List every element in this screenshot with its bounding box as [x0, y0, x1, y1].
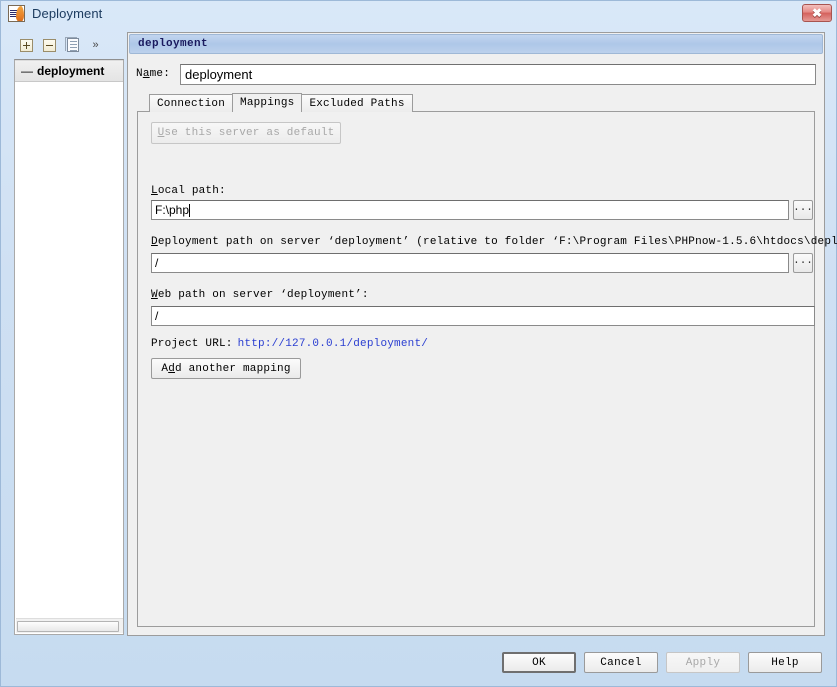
deployment-path-value: / [155, 256, 159, 270]
local-path-value: F:\php [155, 203, 190, 217]
help-button[interactable]: Help [748, 652, 822, 673]
tree-item-deployment[interactable]: — deployment [15, 60, 123, 82]
web-path-input[interactable]: / [151, 306, 815, 326]
tree-node-dash-icon: — [21, 64, 33, 78]
close-icon: ✖ [811, 6, 823, 20]
scrollbar-thumb[interactable] [17, 621, 119, 632]
text-caret [189, 203, 191, 217]
web-path-value: / [155, 309, 159, 323]
name-label: Name: [136, 68, 171, 80]
close-button[interactable]: ✖ [802, 4, 832, 22]
panel-header: deployment [129, 34, 823, 54]
tab-excluded-paths[interactable]: Excluded Paths [301, 94, 413, 112]
server-tree[interactable]: — deployment [14, 59, 124, 635]
dialog-button-bar: OK Cancel Apply Help [1, 638, 837, 686]
mappings-tab-panel: Use this server as default Local path: F… [137, 111, 837, 627]
add-another-mapping-button[interactable]: Add another mapping [151, 358, 301, 379]
deployment-path-label: Deployment path on server ‘deployment’ (… [151, 236, 837, 248]
local-path-browse-button[interactable]: ... [793, 200, 813, 220]
php-flame-icon [8, 5, 25, 22]
server-list-panel: » — deployment [14, 31, 124, 635]
deployment-path-input[interactable]: / [151, 253, 789, 273]
title-bar: Deployment ✖ [1, 1, 837, 26]
name-input[interactable] [180, 63, 816, 85]
add-plus-icon[interactable] [19, 38, 34, 53]
deployment-dialog-window: Deployment ✖ » — deployment deployment N… [0, 0, 837, 687]
cancel-button[interactable]: Cancel [584, 652, 658, 673]
tab-mappings[interactable]: Mappings [232, 93, 303, 113]
remove-minus-icon[interactable] [42, 38, 57, 53]
settings-tabs: Connection Mappings Excluded Paths [149, 93, 413, 113]
local-path-label: Local path: [151, 185, 226, 197]
overflow-chevron-icon[interactable]: » [88, 38, 103, 53]
deployment-path-browse-button[interactable]: ... [793, 253, 813, 273]
tab-connection[interactable]: Connection [149, 94, 234, 112]
copy-icon[interactable] [64, 37, 80, 53]
name-field-row: Name: [136, 63, 816, 85]
tree-horizontal-scrollbar[interactable] [16, 618, 123, 633]
apply-button: Apply [666, 652, 740, 673]
window-title: Deployment [32, 6, 103, 21]
tree-item-label: deployment [37, 64, 105, 78]
server-settings-panel: deployment Name: Connection Mappings Exc… [127, 32, 837, 636]
project-url-row: Project URL: http://127.0.0.1/deployment… [151, 338, 428, 350]
project-url-label: Project URL: [151, 338, 233, 350]
local-path-input[interactable]: F:\php [151, 200, 789, 220]
tree-toolbar: » [14, 31, 124, 59]
ok-button[interactable]: OK [502, 652, 576, 673]
panel-header-title: deployment [138, 38, 209, 50]
project-url-link[interactable]: http://127.0.0.1/deployment/ [238, 338, 428, 350]
web-path-label: Web path on server ‘deployment’: [151, 289, 369, 301]
use-this-server-as-default-button[interactable]: Use this server as default [151, 122, 341, 144]
